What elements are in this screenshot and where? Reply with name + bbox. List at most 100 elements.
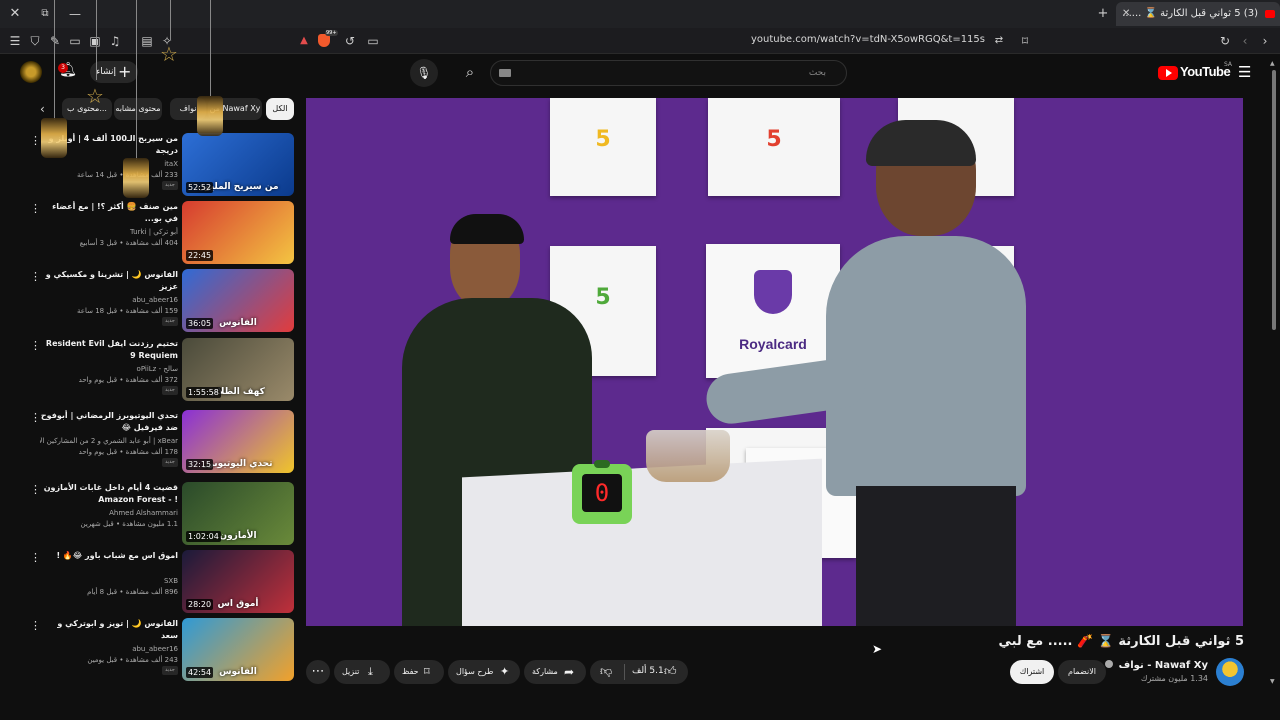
video-duration: 1:55:58 (186, 387, 221, 398)
decoration-string (170, 0, 171, 40)
new-badge: جديد (162, 317, 178, 326)
bookmark-icon[interactable]: ⌑ (1018, 34, 1032, 48)
search-input[interactable]: بحث (490, 60, 847, 86)
sidebar-video-title: تختيم رزدنت ايفل Resident Evil 9 Requiem (45, 339, 178, 360)
subscribe-button[interactable]: اشتراك (1010, 660, 1054, 684)
sidebar-video-thumbnail[interactable]: الفانوس 42:54 (182, 618, 294, 681)
video-options-icon[interactable]: ⋮ (30, 552, 41, 564)
restore-window-icon[interactable]: ⧉ (38, 7, 52, 21)
close-window-icon[interactable]: ✕ (8, 7, 22, 21)
sidebar-video-item[interactable]: ⋮من سيربح الـ100 ألف 4 | أوبلز و دريجةit… (30, 133, 296, 197)
create-button[interactable]: إنشاء + (90, 61, 138, 83)
download-button[interactable]: ⤓ تنزيل (334, 660, 390, 684)
chip-similar[interactable]: محتوى مشابه (114, 98, 162, 120)
video-options-icon[interactable]: ⋮ (30, 620, 41, 632)
sidebar-video-thumbnail[interactable]: من سيربح المليون 52:52 (182, 133, 294, 196)
video-player[interactable]: 5 5 5 5 Royalcard 5 0 (306, 98, 1243, 626)
channel-name[interactable]: Nawaf Xy - نواف (1090, 660, 1208, 671)
sidebar-video-thumbnail[interactable]: 22:45 (182, 201, 294, 264)
scroll-up-icon[interactable]: ▲ (1270, 60, 1275, 67)
video-options-icon[interactable]: ⋮ (30, 135, 41, 147)
scroll-down-icon[interactable]: ▼ (1270, 678, 1275, 685)
new-tab-icon[interactable]: + (1096, 7, 1110, 21)
voice-search-mic-icon[interactable]: 🎙︎ (410, 59, 438, 87)
pedestal (462, 458, 822, 626)
active-tab[interactable]: (3) 5 ثواني قبل الكارثة ⌛️ ...... ✕ (1116, 2, 1280, 26)
video-options-icon[interactable]: ⋮ (30, 203, 41, 215)
sidebar-video-thumbnail[interactable]: أموق اس 28:20 (182, 550, 294, 613)
settings-sliders-icon[interactable]: ⇄ (992, 34, 1006, 48)
sidebar-video-channel: SXB (163, 577, 178, 585)
video-options-icon[interactable]: ⋮ (30, 412, 41, 424)
account-avatar[interactable] (20, 61, 42, 83)
sidebar-video-thumbnail[interactable]: كهف الظلام 1:55:58 (182, 338, 294, 401)
sparkle-icon: ✦ (500, 665, 510, 678)
guide-menu-icon[interactable]: ☰ (1238, 64, 1254, 80)
share-button[interactable]: ➦ مشاركة (524, 660, 586, 684)
video-options-icon[interactable]: ⋮ (30, 340, 41, 352)
create-label: إنشاء (96, 67, 117, 77)
youtube-play-icon (1158, 66, 1178, 80)
scroll-thumb[interactable] (1272, 70, 1276, 330)
sidebar-video-thumbnail[interactable]: الفانوس 36:05 (182, 269, 294, 332)
sidebar-video-item[interactable]: ⋮ الفانوس 🌙 | تشرينا و مكسيكي و عزيز abu_a… (30, 269, 296, 333)
reload-icon[interactable]: ↻ (1218, 34, 1232, 48)
sidebar-video-thumbnail[interactable]: الأمازون 1:02:04 (182, 482, 294, 545)
country-code: SA (1224, 61, 1233, 68)
video-duration: 32:15 (186, 459, 214, 470)
pin-icon[interactable]: ✎ (48, 34, 62, 48)
youtube-logo[interactable]: YouTube SA (1158, 61, 1232, 82)
back-icon[interactable]: ‹ (1238, 34, 1252, 48)
address-bar-url[interactable]: youtube.com/watch?v=tdN-X5owRGQ&t=115s (700, 33, 985, 47)
like-divider (624, 664, 625, 680)
countdown-timer: 0 (572, 460, 632, 524)
sidebar-video-channel: أبو تركي | Turki (129, 228, 178, 236)
sidebar-video-item[interactable]: ⋮ تحدي اليوتيوبرز الرمضاني | أبوفوح ضد في… (30, 410, 296, 474)
tab-close-icon[interactable]: ✕ (1122, 2, 1130, 26)
save-label: حفظ (402, 667, 419, 676)
video-options-icon[interactable]: ⋮ (30, 484, 41, 496)
video-options-icon[interactable]: ⋮ (30, 271, 41, 283)
music-icon[interactable]: ♫ (108, 34, 122, 48)
channel-avatar[interactable] (1216, 658, 1244, 686)
sidebar-video-item[interactable]: ⋮ اموق اس مع شباب باور 😂🔥 ! SXB 896 ألف مشا… (30, 550, 296, 614)
shield-icon[interactable]: ⛉ (28, 34, 42, 48)
calendar-icon[interactable]: ▤ (140, 34, 154, 48)
plus-icon: + (118, 62, 132, 81)
ask-button[interactable]: ✦ طرح سؤال (448, 660, 520, 684)
mouse-cursor-icon: ➤ (872, 642, 883, 656)
join-button[interactable]: الانضمام (1058, 660, 1106, 684)
sidebar-video-item[interactable]: ⋮ قضيت 4 أيام داخل غابات الأمازون ! - Ama… (30, 482, 296, 546)
sidebar-video-item[interactable]: ⋮ الفانوس 🌙 | تويز و ابوتركي و سعد abu_abe… (30, 618, 296, 682)
page-scrollbar[interactable]: ▲ ▼ (1270, 60, 1278, 688)
dislike-icon[interactable]: 👎︎ (600, 664, 612, 679)
like-icon[interactable]: 👍︎ (664, 664, 677, 679)
reader-icon[interactable]: ▣ (88, 34, 102, 48)
minimize-window-icon[interactable]: — (68, 7, 82, 21)
sidebar-video-channel: abu_abeer16 (132, 645, 178, 653)
sidebar-video-thumbnail[interactable]: تحدي اليوتيوبرز 32:15 (182, 410, 294, 473)
sidebar-video-meta: 243 ألف مشاهدة • قبل يومين (87, 656, 178, 664)
youtube-wordmark: YouTube (1180, 64, 1231, 79)
chips-scroll-left-icon[interactable]: ‹ (40, 102, 45, 116)
search-icon[interactable]: ⌕ (450, 60, 490, 86)
undo-icon[interactable]: ↺ (343, 34, 357, 48)
like-count[interactable]: 5.1 ألف (632, 666, 664, 676)
sidebar-video-item[interactable]: ⋮ مين صنف 🍔 أكثر ؟! | مع أعضاء في بو... أب… (30, 201, 296, 265)
browser-tab-strip: ✕ ⧉ — + (3) 5 ثواني قبل الكارثة ⌛️ .....… (0, 0, 1280, 28)
screen-icon[interactable]: ▭ (366, 34, 380, 48)
sidebar-video-title: مين صنف 🍔 أكثر ؟! | مع أعضاء في بو... (52, 202, 178, 223)
sidebar-menu-icon[interactable]: ☰ (8, 34, 22, 48)
sidebar-video-item[interactable]: ⋮ تختيم رزدنت ايفل Resident Evil 9 Requie… (30, 338, 296, 402)
sidebar-video-meta: 1.1 مليون مشاهدة • قبل شهرين (80, 520, 178, 528)
lantern-decoration-icon (41, 118, 67, 158)
more-actions-icon[interactable]: ⋯ (306, 660, 330, 684)
save-button[interactable]: ⌑ حفظ (394, 660, 444, 684)
new-badge: جديد (162, 386, 178, 395)
chip-all[interactable]: الكل (266, 98, 294, 120)
food-bowl (646, 430, 730, 482)
keyboard-icon[interactable] (499, 69, 511, 77)
forward-icon[interactable]: › (1258, 34, 1272, 48)
warning-icon[interactable]: ▲ (297, 34, 311, 48)
tabs-icon[interactable]: ▭ (68, 34, 82, 48)
